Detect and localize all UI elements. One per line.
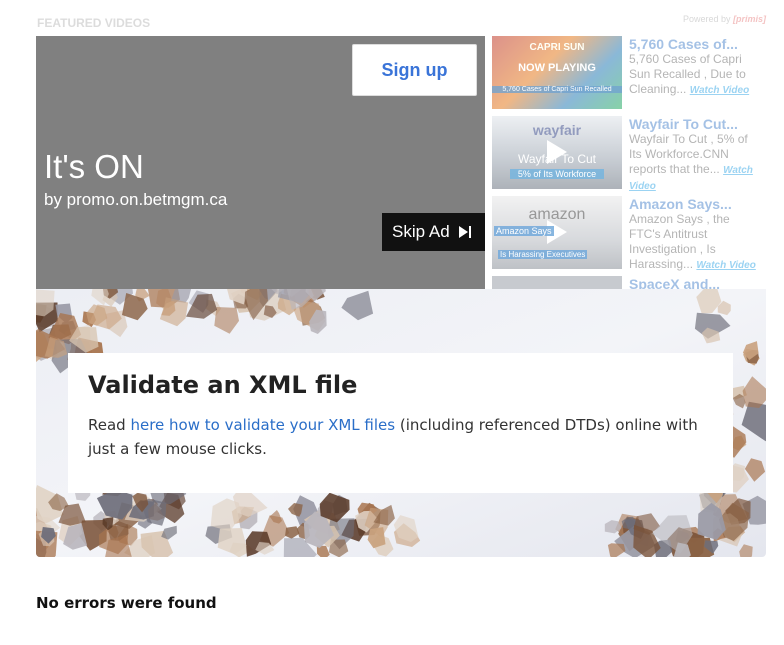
video-playlist: CAPRI SUN NOW PLAYING 5,760 Cases of Cap… (492, 36, 768, 289)
thumb-caption: Wayfair To Cut (517, 152, 597, 166)
playlist-item[interactable]: wayfair Wayfair To Cut 5% of Its Workfor… (492, 116, 768, 192)
playlist-item[interactable]: CAPRI SUN NOW PLAYING 5,760 Cases of Cap… (492, 36, 768, 110)
card-text-before: Read (88, 416, 131, 434)
thumb-caption: Amazon Says (494, 226, 554, 236)
thumb-subcaption: 5% of Its Workforce (510, 169, 604, 179)
card-heading: Validate an XML file (88, 371, 358, 399)
video-thumbnail: wayfair Wayfair To Cut 5% of Its Workfor… (492, 116, 622, 189)
video-thumbnail (492, 276, 622, 289)
thumb-top-text: wayfair (532, 122, 582, 138)
playlist-item[interactable]: SpaceX and... (492, 276, 768, 289)
powered-by[interactable]: Powered by [primis] (683, 14, 766, 24)
validate-help-link[interactable]: here how to validate your XML files (130, 416, 395, 434)
video-thumbnail: amazon Amazon Says Is Harassing Executiv… (492, 196, 622, 269)
skip-ad-label: Skip Ad (392, 222, 450, 241)
thumb-top-text: CAPRI SUN (529, 42, 585, 53)
skip-next-icon (458, 226, 471, 238)
video-thumbnail: CAPRI SUN NOW PLAYING 5,760 Cases of Cap… (492, 36, 622, 109)
validate-card: Validate an XML file Read here how to va… (68, 353, 733, 493)
playlist-item-title: Amazon Says... (629, 196, 732, 212)
thumb-caption: 5,760 Cases of Capri Sun Recalled (492, 86, 622, 93)
skip-ad-button[interactable]: Skip Ad (382, 213, 485, 251)
playlist-item-title: 5,760 Cases of... (629, 36, 738, 52)
featured-videos-label: FEATURED VIDEOS (37, 16, 151, 30)
primis-logo: [primis] (732, 14, 766, 24)
validation-result: No errors were found (36, 594, 217, 612)
video-ad-player[interactable]: Sign up It's ON by promo.on.betmgm.ca Sk… (36, 36, 485, 289)
now-playing-label: NOW PLAYING (518, 62, 596, 74)
powered-by-text: Powered by (682, 14, 731, 24)
signup-button[interactable]: Sign up (352, 44, 477, 96)
watch-video-link[interactable]: Watch Video (690, 85, 749, 96)
ad-title: It's ON (44, 148, 144, 185)
watch-video-link[interactable]: Watch Video (696, 260, 755, 271)
playlist-item-title: Wayfair To Cut... (629, 116, 738, 132)
card-text: Read here how to validate your XML files… (88, 413, 713, 461)
playlist-item-title: SpaceX and... (629, 276, 721, 289)
thumb-subcaption: Is Harassing Executives (498, 250, 588, 259)
playlist-item[interactable]: amazon Amazon Says Is Harassing Executiv… (492, 196, 768, 271)
ad-subtitle: by promo.on.betmgm.ca (44, 190, 228, 209)
